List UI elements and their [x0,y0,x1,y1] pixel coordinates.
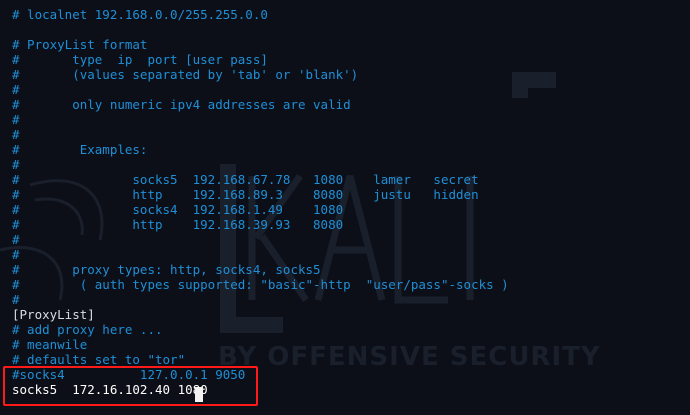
config-text[interactable]: # localnet 192.168.0.0/255.255.0.0 # Pro… [12,7,509,397]
config-line: # (values separated by 'tab' or 'blank') [12,67,359,82]
config-line: # [12,82,20,97]
config-line: # ( auth types supported: "basic"-http "… [12,277,509,292]
config-line: # [12,247,20,262]
config-line: # [12,292,20,307]
terminal-window[interactable]: BY OFFENSIVE SECURITY # localnet 192.168… [0,0,690,415]
config-line: # socks4 192.168.1.49 1080 [12,202,344,217]
config-line: # [12,232,20,247]
config-line: # [12,112,20,127]
config-line: # defaults set to "tor" [12,352,186,367]
config-line: # localnet 192.168.0.0/255.255.0.0 [12,7,268,22]
config-line: # Examples: [12,142,148,157]
config-line: # [12,157,20,172]
config-line: # add proxy here ... [12,322,163,337]
config-line [12,22,509,37]
config-line: # socks5 192.168.67.78 1080 lamer secret [12,172,479,187]
highlight-box [3,366,258,406]
config-line: # type ip port [user pass] [12,52,268,67]
config-line: # proxy types: http, socks4, socks5 [12,262,321,277]
config-line: # [12,127,20,142]
config-line: # only numeric ipv4 addresses are valid [12,97,351,112]
config-line: # http 192.168.89.3 8080 justu hidden [12,187,479,202]
proxylist-section-header: [ProxyList] [12,307,95,322]
config-line: # ProxyList format [12,37,148,52]
config-line: # http 192.168.39.93 8080 [12,217,344,232]
config-line: # meanwile [12,337,88,352]
